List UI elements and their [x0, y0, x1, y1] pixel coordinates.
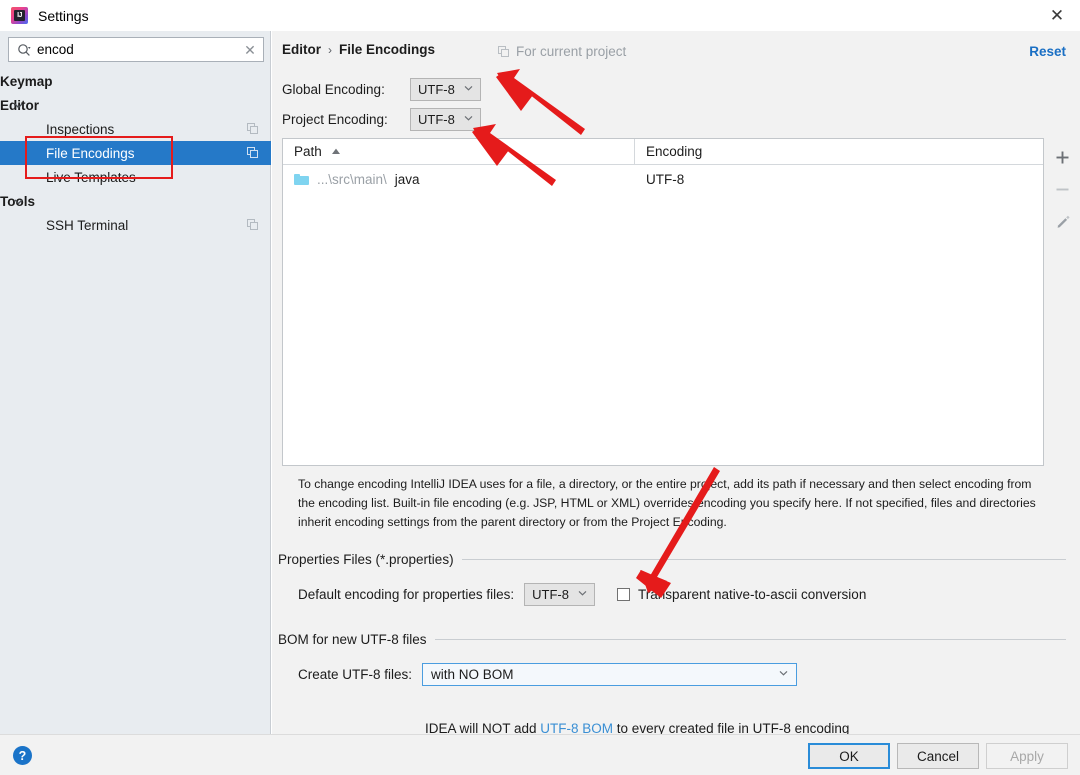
transparent-native-to-ascii-checkbox[interactable] — [616, 588, 630, 601]
default-properties-encoding-row: Default encoding for properties files: U… — [298, 583, 866, 606]
column-header-encoding-label: Encoding — [646, 144, 703, 159]
sidebar-item-live-templates[interactable]: Live Templates — [0, 165, 271, 189]
chevron-down-icon[interactable] — [14, 189, 23, 213]
global-encoding-row: Global Encoding: UTF-8 — [282, 78, 481, 101]
table-cell-encoding: UTF-8 — [646, 171, 685, 187]
table-row[interactable]: ...\src\main\ java UTF-8 — [283, 165, 1043, 193]
sidebar-item-file-encodings[interactable]: File Encodings — [0, 141, 271, 165]
main-panel: Editor › File Encodings For current proj… — [272, 31, 1080, 736]
copy-icon[interactable] — [247, 123, 259, 135]
column-header-path-label: Path — [294, 144, 322, 159]
column-header-encoding[interactable]: Encoding — [635, 139, 702, 164]
encodings-table: Path Encoding ...\src\main\ java UTF-8 — [282, 138, 1044, 466]
settings-tree: Keymap Editor Inspections File Encodings… — [0, 69, 271, 237]
sort-ascending-icon — [331, 147, 341, 157]
sidebar-item-tools[interactable]: Tools — [0, 189, 271, 213]
table-cell-path: ...\src\main\ java — [283, 172, 635, 187]
search-icon — [13, 43, 35, 56]
window-title: Settings — [38, 7, 89, 24]
global-encoding-value: UTF-8 — [418, 82, 455, 97]
settings-sidebar: ✕ Keymap Editor Inspections File Encodin… — [0, 31, 271, 734]
properties-files-group-title: Properties Files (*.properties) — [278, 552, 454, 567]
create-utf8-files-value: with NO BOM — [431, 667, 514, 682]
sidebar-item-keymap[interactable]: Keymap — [0, 69, 271, 93]
for-current-project-text: For current project — [516, 44, 627, 59]
default-properties-encoding-dropdown[interactable]: UTF-8 — [524, 583, 595, 606]
global-encoding-dropdown[interactable]: UTF-8 — [410, 78, 481, 101]
title-bar: Settings — [0, 0, 1080, 31]
chevron-down-icon — [464, 114, 473, 125]
column-header-path[interactable]: Path — [283, 139, 635, 164]
clear-icon[interactable]: ✕ — [241, 43, 263, 57]
chevron-down-icon[interactable] — [14, 93, 23, 117]
chevron-down-icon — [464, 84, 473, 95]
copy-icon[interactable] — [247, 147, 259, 159]
settings-dialog: Settings ✕ ✕ Keymap Edito — [0, 0, 1080, 775]
folder-icon — [294, 173, 309, 185]
bom-group-title: BOM for new UTF-8 files — [278, 632, 427, 647]
project-encoding-dropdown[interactable]: UTF-8 — [410, 108, 481, 131]
sidebar-item-label: File Encodings — [46, 145, 135, 161]
breadcrumb-current: File Encodings — [339, 42, 436, 57]
table-cell-path-name: java — [394, 171, 420, 187]
table-header: Path Encoding — [283, 139, 1043, 165]
sidebar-item-label: Keymap — [0, 73, 53, 89]
group-divider — [461, 559, 1066, 560]
transparent-native-to-ascii-row[interactable]: Transparent native-to-ascii conversion — [616, 587, 867, 602]
breadcrumb: Editor › File Encodings — [282, 42, 435, 57]
help-icon[interactable]: ? — [13, 746, 32, 765]
for-current-project-label: For current project — [498, 44, 626, 59]
description-text: To change encoding IntelliJ IDEA uses fo… — [298, 477, 1036, 529]
remove-button[interactable] — [1050, 176, 1076, 202]
transparent-native-to-ascii-label: Transparent native-to-ascii conversion — [637, 587, 867, 602]
cancel-button[interactable]: Cancel — [897, 743, 979, 769]
search-box[interactable]: ✕ — [8, 37, 264, 62]
add-button[interactable] — [1050, 144, 1076, 170]
create-utf8-files-label: Create UTF-8 files: — [298, 667, 413, 682]
default-properties-encoding-label: Default encoding for properties files: — [298, 587, 515, 602]
dialog-footer: ? OK Cancel Apply CSDN @ubDgj — [0, 734, 1080, 775]
bom-group-header: BOM for new UTF-8 files — [278, 632, 1066, 647]
apply-button[interactable]: Apply — [986, 743, 1068, 769]
project-encoding-label: Project Encoding: — [282, 112, 388, 127]
reset-link[interactable]: Reset — [1029, 44, 1066, 59]
table-cell-path-prefix: ...\src\main\ — [317, 171, 387, 187]
table-toolbar — [1045, 138, 1080, 466]
project-encoding-row: Project Encoding: UTF-8 — [282, 108, 481, 131]
group-divider — [434, 639, 1066, 640]
ok-button[interactable]: OK — [808, 743, 890, 769]
sidebar-item-label: SSH Terminal — [46, 217, 129, 233]
search-input[interactable] — [35, 42, 241, 57]
copy-icon[interactable] — [247, 219, 259, 231]
sidebar-item-ssh-terminal[interactable]: SSH Terminal — [0, 213, 271, 237]
default-properties-encoding-value: UTF-8 — [532, 587, 569, 602]
project-encoding-value: UTF-8 — [418, 112, 455, 127]
edit-button[interactable] — [1050, 208, 1076, 234]
close-icon[interactable]: ✕ — [1034, 0, 1080, 31]
breadcrumb-parent[interactable]: Editor — [282, 42, 321, 57]
create-utf8-files-dropdown[interactable]: with NO BOM — [422, 663, 798, 686]
chevron-down-icon — [779, 669, 788, 680]
intellij-idea-logo-icon — [11, 7, 28, 24]
sidebar-item-label: Inspections — [46, 121, 115, 137]
chevron-down-icon — [578, 589, 587, 600]
global-encoding-label: Global Encoding: — [282, 82, 385, 97]
create-utf8-files-row: Create UTF-8 files: with NO BOM — [298, 663, 798, 686]
sidebar-item-editor[interactable]: Editor — [0, 93, 271, 117]
sidebar-item-label: Live Templates — [46, 169, 136, 185]
properties-files-group-header: Properties Files (*.properties) — [278, 552, 1066, 567]
breadcrumb-separator: › — [328, 42, 332, 57]
copy-icon — [498, 45, 510, 58]
sidebar-item-inspections[interactable]: Inspections — [0, 117, 271, 141]
